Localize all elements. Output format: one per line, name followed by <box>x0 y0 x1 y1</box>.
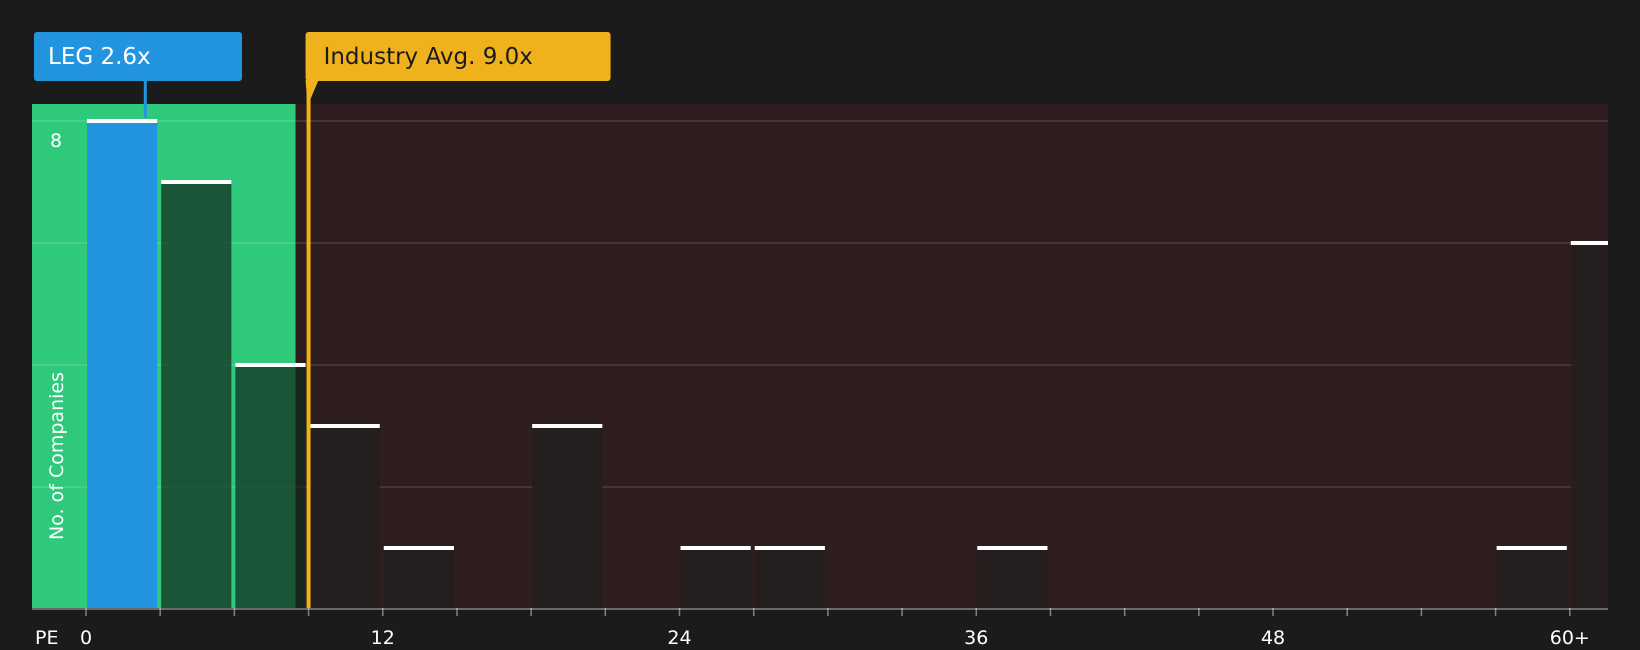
bar-cap <box>977 546 1048 550</box>
x-tick-label: 0 <box>80 627 92 649</box>
bar-cap <box>680 546 751 550</box>
histogram-bar <box>309 425 380 608</box>
bar-cap <box>87 119 158 123</box>
x-tick-label: 36 <box>964 627 988 649</box>
x-tick-label: 60+ <box>1550 627 1590 649</box>
bar-cap <box>161 180 232 184</box>
histogram-bar <box>680 547 751 608</box>
x-tick-label: 12 <box>371 627 395 649</box>
bar-cap <box>235 363 306 367</box>
histogram-bar <box>161 181 232 608</box>
histogram-bar <box>1496 547 1567 608</box>
bar-cap <box>754 546 825 550</box>
industry-avg-line <box>306 80 311 608</box>
y-axis-label: No. of Companies <box>46 372 68 540</box>
chart-svg: 0 12 24 36 48 60+ PE 8 No. of Companies Industry… <box>0 0 1640 650</box>
overvalued-zone <box>295 104 1608 608</box>
x-axis-label: PE <box>35 627 58 649</box>
histogram-bar <box>532 425 603 608</box>
histogram-bar <box>87 120 158 608</box>
bar-cap <box>1496 546 1567 550</box>
histogram-bar <box>383 547 454 608</box>
bar-cap <box>383 546 454 550</box>
pe-distribution-chart: 0 12 24 36 48 60+ PE 8 No. of Companies Industry… <box>0 0 1640 650</box>
histogram-bar <box>235 364 306 608</box>
histogram-bar <box>1570 242 1608 608</box>
x-tick-label: 48 <box>1261 627 1285 649</box>
histogram-bar <box>977 547 1048 608</box>
company-label: LEG 2.6x <box>48 44 151 70</box>
bar-cap <box>1570 241 1608 245</box>
bar-cap <box>309 424 380 428</box>
x-tick-label: 24 <box>667 627 691 649</box>
industry-avg-label: Industry Avg. 9.0x <box>324 44 533 70</box>
histogram-bar <box>754 547 825 608</box>
bar-cap <box>532 424 603 428</box>
y-tick-label: 8 <box>50 130 62 152</box>
